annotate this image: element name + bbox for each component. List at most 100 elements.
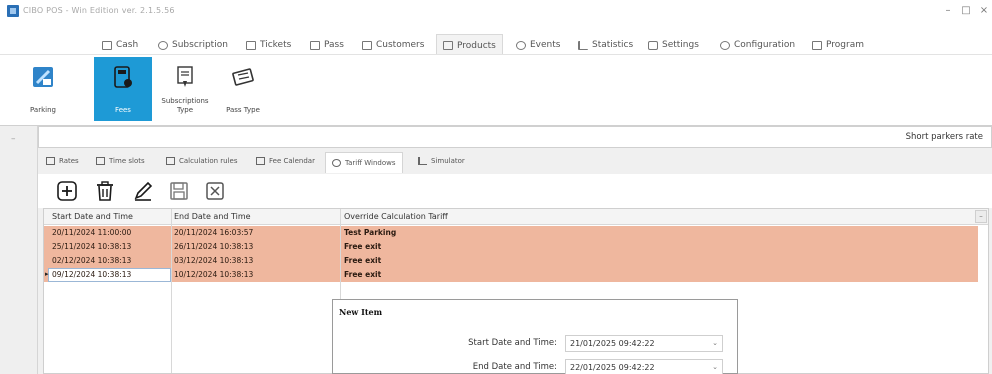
delete-button[interactable] (92, 178, 118, 204)
menu-events-label: Events (530, 40, 561, 50)
pass-icon (310, 40, 320, 50)
menu-pass-label: Pass (324, 40, 344, 50)
sub-tabs: Rates Time slots Calculation rules Fee C… (38, 150, 992, 174)
minimize-button[interactable]: – (940, 4, 956, 18)
cash-register-icon (102, 40, 112, 50)
end-date-value: 22/01/2025 09:42:22 (570, 363, 655, 372)
cell-start: 02/12/2024 10:38:13 (52, 256, 132, 265)
rate-name: Short parkers rate (905, 132, 983, 142)
menu-program[interactable]: Program (812, 37, 864, 53)
menu-program-label: Program (826, 40, 864, 50)
cell-end: 03/12/2024 10:38:13 (174, 256, 254, 265)
menu-tickets[interactable]: Tickets (246, 37, 291, 53)
calculation-rules-icon (166, 157, 175, 165)
menu-configuration-label: Configuration (734, 40, 796, 50)
ribbon: Parking Fees Subscriptions Type Pass Typ… (0, 54, 992, 126)
chevron-down-icon[interactable]: ⌄ (712, 339, 718, 347)
ribbon-subscriptions-type-button[interactable]: Subscriptions Type (156, 57, 214, 121)
add-button[interactable] (54, 178, 80, 204)
title-bar: CIBO POS - Win Edition ver. 2.1.5.56 – □… (0, 0, 992, 28)
start-date-label: Start Date and Time: (468, 338, 557, 348)
column-divider (171, 209, 172, 373)
tab-rates-label: Rates (59, 157, 79, 165)
tab-fee-calendar-label: Fee Calendar (269, 157, 315, 165)
table-row[interactable]: 02/12/2024 10:38:13 03/12/2024 10:38:13 … (44, 254, 978, 268)
tab-fee-calendar[interactable]: Fee Calendar (256, 157, 315, 165)
ribbon-fees-button[interactable]: Fees (94, 57, 152, 121)
menu-cash[interactable]: Cash (102, 37, 138, 53)
menu-products[interactable]: Products (436, 34, 503, 56)
ribbon-pass-type-button[interactable]: Pass Type (214, 57, 272, 121)
tab-calculation-rules[interactable]: Calculation rules (166, 157, 238, 165)
table-row[interactable]: 25/11/2024 10:38:13 26/11/2024 10:38:13 … (44, 240, 978, 254)
menu-events[interactable]: Events (516, 37, 560, 53)
cancel-button[interactable] (202, 178, 228, 204)
toolbar (38, 174, 992, 208)
cancel-icon (206, 182, 224, 200)
grid-header: Start Date and Time End Date and Time Ov… (44, 209, 988, 225)
cell-start: 25/11/2024 10:38:13 (52, 242, 132, 251)
fee-calendar-icon (256, 157, 265, 165)
close-button[interactable]: × (976, 4, 992, 18)
menu-configuration[interactable]: Configuration (720, 37, 795, 53)
end-date-field[interactable]: 22/01/2025 09:42:22 ⌄ (565, 359, 723, 374)
customers-icon (362, 40, 372, 50)
save-icon (170, 182, 188, 200)
rates-icon (46, 157, 55, 165)
simulator-icon (418, 157, 427, 165)
clock-icon (332, 159, 341, 167)
menu-statistics-label: Statistics (592, 40, 634, 50)
menu-subscription[interactable]: Subscription (158, 37, 228, 53)
column-override-tariff[interactable]: Override Calculation Tariff (344, 212, 448, 221)
restore-button[interactable]: □ (958, 4, 974, 18)
save-button[interactable] (166, 178, 192, 204)
collapse-handle[interactable]: – (11, 134, 16, 144)
menu-tickets-label: Tickets (260, 40, 292, 50)
chevron-down-icon[interactable]: ⌄ (712, 363, 718, 371)
menu-settings[interactable]: Settings (648, 37, 699, 53)
new-item-panel: New Item Start Date and Time: 21/01/2025… (332, 299, 738, 374)
table-row-current[interactable]: ▸ 09/12/2024 10:38:13 10/12/2024 10:38:1… (44, 268, 978, 282)
ribbon-parking-label: Parking (30, 106, 56, 114)
menu-pass[interactable]: Pass (310, 37, 344, 53)
start-date-value: 21/01/2025 09:42:22 (570, 339, 655, 348)
subscription-icon (158, 40, 168, 50)
tab-time-slots[interactable]: Time slots (96, 157, 145, 165)
menu-customers[interactable]: Customers (362, 37, 424, 53)
tab-tariff-windows[interactable]: Tariff Windows (325, 152, 403, 173)
window-title: CIBO POS - Win Edition ver. 2.1.5.56 (23, 6, 175, 15)
cell-end: 26/11/2024 10:38:13 (174, 242, 254, 251)
cell-tariff: Free exit (344, 242, 382, 251)
fees-icon (114, 66, 132, 88)
main-menu: Cash Subscription Tickets Pass Customers… (0, 28, 992, 56)
menu-settings-label: Settings (662, 40, 699, 50)
tab-simulator-label: Simulator (431, 157, 465, 165)
tab-simulator[interactable]: Simulator (418, 157, 465, 165)
tab-time-slots-label: Time slots (109, 157, 145, 165)
plus-icon (57, 181, 77, 201)
tab-tariff-windows-label: Tariff Windows (345, 159, 396, 167)
tab-rates[interactable]: Rates (46, 157, 79, 165)
column-end-date[interactable]: End Date and Time (174, 212, 251, 221)
menu-statistics[interactable]: Statistics (578, 37, 633, 53)
grid-scroll-button[interactable]: – (975, 210, 987, 223)
start-date-field[interactable]: 21/01/2025 09:42:22 ⌄ (565, 335, 723, 352)
ticket-icon (246, 40, 256, 50)
new-item-title: New Item (339, 307, 383, 317)
pencil-icon (134, 181, 153, 201)
column-start-date[interactable]: Start Date and Time (52, 212, 133, 221)
menu-customers-label: Customers (376, 40, 425, 50)
ribbon-parking-button[interactable]: Parking (18, 57, 68, 121)
pass-type-icon (232, 68, 254, 86)
trash-icon (97, 181, 113, 201)
ribbon-subscriptions-type-label: Subscriptions Type (161, 97, 209, 114)
table-row[interactable]: 20/11/2024 11:00:00 20/11/2024 16:03:57 … (44, 226, 978, 240)
tab-calculation-rules-label: Calculation rules (179, 157, 238, 165)
cell-tariff: Test Parking (344, 228, 397, 237)
edit-button[interactable] (130, 178, 156, 204)
configuration-icon (720, 40, 730, 50)
time-slots-icon (96, 157, 105, 165)
cell-end: 20/11/2024 16:03:57 (174, 228, 254, 237)
side-panel: – (0, 126, 38, 374)
statistics-icon (578, 40, 588, 50)
